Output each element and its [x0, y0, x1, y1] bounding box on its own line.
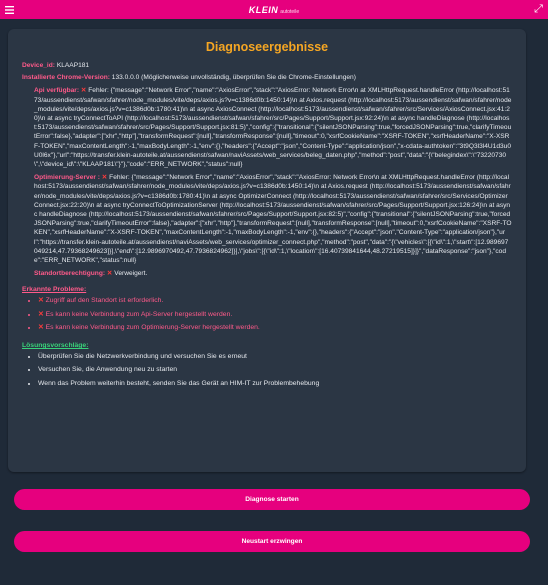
chrome-version-row: Installierte Chrome-Version: 133.0.0.0 (… [22, 73, 512, 82]
error-icon: ✕ [38, 297, 44, 305]
issue-text: Es kann keine Verbindung zum Api-Server … [45, 310, 233, 318]
top-bar: KLEIN autoteile ⤢ [0, 0, 548, 19]
device-id-value: KLAAP181 [56, 62, 90, 69]
list-item: Überprüfen Sie die Netzwerkverbindung un… [38, 352, 512, 363]
optimizer-status-row: Optimierung-Server : ✕ Fehler: {"message… [22, 173, 512, 265]
error-icon: ✕ [106, 270, 113, 278]
issues-list: ✕ Zugriff auf den Standort ist erforderl… [22, 296, 512, 334]
api-error-text: Fehler: {"message":"Network Error","name… [34, 87, 512, 169]
device-id-row: Device_id: KLAAP181 [22, 61, 512, 70]
error-icon: ✕ [38, 324, 44, 332]
issues-heading: Erkannte Probleme: [22, 286, 87, 294]
list-item: ✕ Zugriff auf den Standort ist erforderl… [38, 296, 512, 307]
list-item: Versuchen Sie, die Anwendung neu zu star… [38, 365, 512, 376]
start-diagnose-button[interactable]: Diagnose starten [14, 489, 530, 510]
suggestions-heading: Lösungsvorschläge: [22, 341, 89, 349]
brand-name: KLEIN [248, 4, 279, 15]
list-item: Wenn das Problem weiterhin besteht, send… [38, 379, 512, 390]
chrome-version-value: 133.0.0.0 (Möglicherweise unvollständig,… [111, 74, 356, 82]
menu-icon[interactable] [0, 0, 19, 19]
list-item: ✕ Es kann keine Verbindung zum Optimieru… [38, 323, 512, 334]
error-icon: ✕ [38, 310, 44, 318]
issue-text: Zugriff auf den Standort ist erforderlic… [45, 297, 164, 305]
chrome-version-label: Installierte Chrome-Version: [22, 74, 110, 82]
location-permission-value: Verweigert. [114, 270, 148, 278]
optimizer-status-label: Optimierung-Server : [34, 174, 100, 182]
api-status-row: Api verfügbar: ✕ Fehler: {"message":"Net… [22, 86, 512, 169]
fullscreen-icon[interactable]: ⤢ [529, 0, 548, 19]
brand-subtitle: autoteile [280, 8, 300, 15]
error-icon: ✕ [80, 87, 87, 95]
error-icon: ✕ [101, 174, 108, 182]
brand-logo: KLEIN autoteile [249, 5, 299, 15]
list-item: ✕ Es kann keine Verbindung zum Api-Serve… [38, 310, 512, 321]
device-id-label: Device_id: [22, 62, 55, 69]
api-status-label: Api verfügbar: [34, 87, 80, 95]
optimizer-error-text: Fehler: {"message":"Network Error","name… [34, 174, 512, 265]
location-permission-row: Standortberechtigung: ✕ Verweigert. [22, 269, 512, 278]
location-permission-label: Standortberechtigung: [34, 270, 106, 278]
diagnostics-card: Diagnoseergebnisse Device_id: KLAAP181 I… [8, 29, 526, 472]
page-title: Diagnoseergebnisse [205, 40, 329, 54]
force-restart-button[interactable]: Neustart erzwingen [14, 531, 530, 552]
issue-text: Es kann keine Verbindung zum Optimierung… [45, 324, 260, 332]
suggestions-list: Überprüfen Sie die Netzwerkverbindung un… [22, 352, 512, 390]
